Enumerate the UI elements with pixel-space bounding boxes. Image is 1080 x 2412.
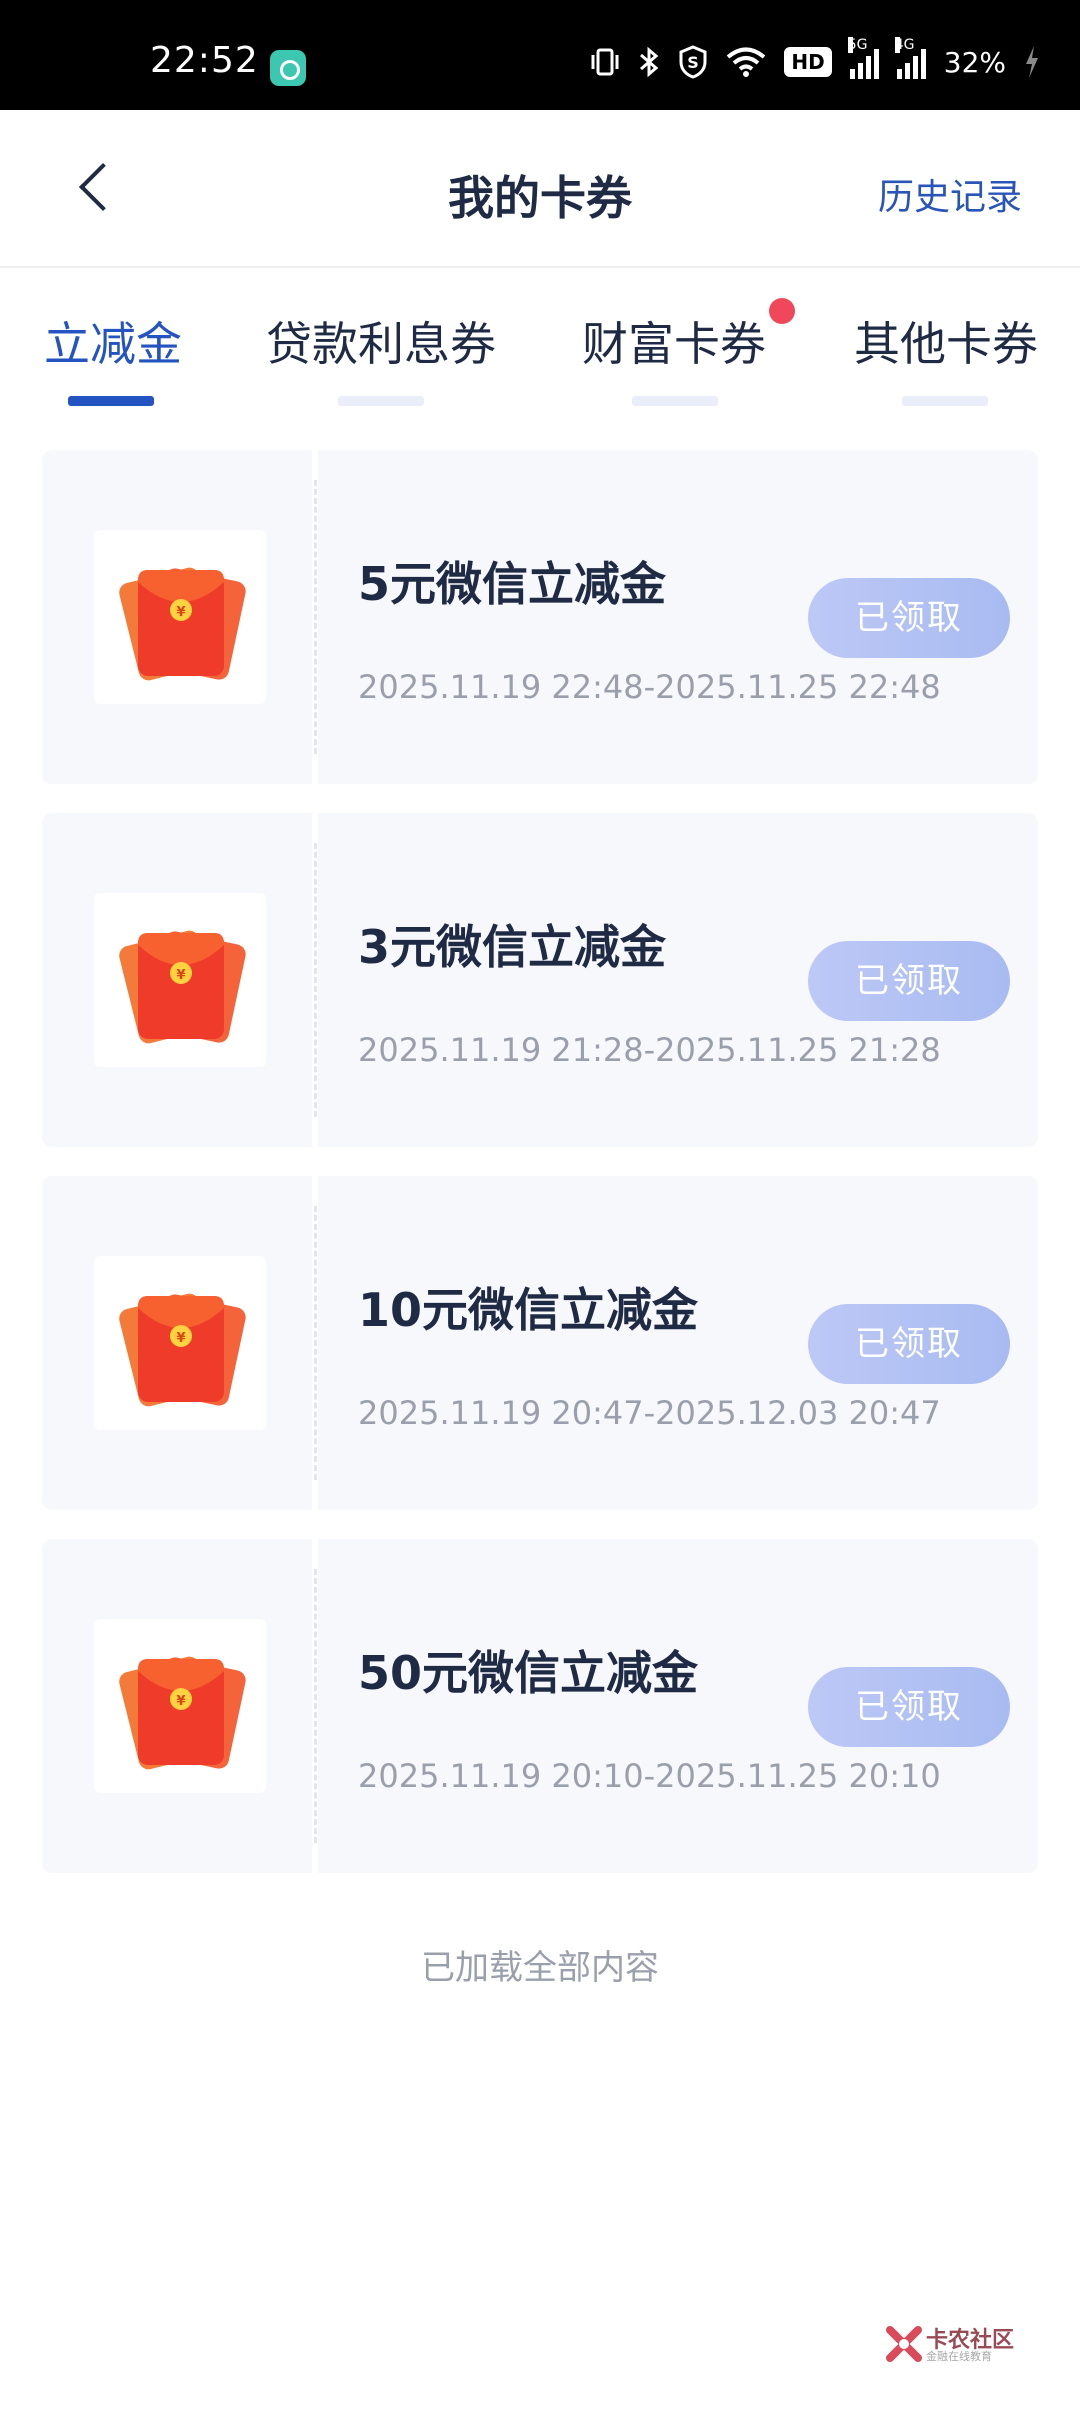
claimed-button[interactable]: 已领取 bbox=[808, 1667, 1010, 1747]
end-of-list-text: 已加载全部内容 bbox=[421, 1948, 659, 1988]
shield-s-icon: S bbox=[678, 44, 708, 80]
coupon-title: 5元微信立减金 bbox=[358, 557, 667, 611]
status-bar: 22:52 S HD 5G 4G 32% bbox=[0, 0, 1080, 110]
bluetooth-icon bbox=[638, 44, 660, 80]
dashed-divider bbox=[314, 1569, 317, 1843]
battery-level: 32% bbox=[943, 45, 1006, 79]
new-dot-badge bbox=[769, 298, 795, 324]
claimed-button[interactable]: 已领取 bbox=[808, 941, 1010, 1021]
red-envelope-icon: ¥ bbox=[94, 893, 266, 1067]
kanong-logo-icon bbox=[886, 2326, 922, 2366]
svg-text:¥: ¥ bbox=[176, 1694, 185, 1709]
tab-wealth-coupons[interactable]: 财富卡券 bbox=[582, 308, 766, 374]
claimed-button[interactable]: 已领取 bbox=[808, 578, 1010, 658]
coupon-card: ¥ 3元微信立减金 2025.11.19 21:28-2025.11.25 21… bbox=[42, 813, 1038, 1147]
tab-indicator bbox=[902, 396, 988, 406]
coupon-validity-date: 2025.11.19 20:10-2025.11.25 20:10 bbox=[358, 1757, 941, 1795]
watermark-subtitle: 金融在线教育 bbox=[926, 2350, 992, 2363]
svg-text:¥: ¥ bbox=[176, 968, 185, 983]
tab-indicator-active bbox=[68, 396, 154, 406]
red-envelope-icon: ¥ bbox=[94, 1619, 266, 1793]
tab-instant-discount[interactable]: 立减金 bbox=[44, 308, 182, 374]
claimed-button[interactable]: 已领取 bbox=[808, 1304, 1010, 1384]
tab-loan-interest[interactable]: 贷款利息券 bbox=[266, 308, 496, 374]
status-icons: S HD 5G 4G 32% bbox=[590, 37, 1040, 82]
coupon-title: 50元微信立减金 bbox=[358, 1646, 699, 1700]
coupon-card: ¥ 10元微信立减金 2025.11.19 20:47-2025.12.03 2… bbox=[42, 1176, 1038, 1510]
history-link[interactable]: 历史记录 bbox=[878, 168, 1022, 220]
coupon-card: ¥ 5元微信立减金 2025.11.19 22:48-2025.11.25 22… bbox=[42, 450, 1038, 784]
coupon-title: 3元微信立减金 bbox=[358, 920, 667, 974]
coupon-validity-date: 2025.11.19 20:47-2025.12.03 20:47 bbox=[358, 1394, 941, 1432]
wifi-icon bbox=[726, 44, 766, 80]
vibrate-icon bbox=[590, 44, 620, 80]
signal-4g-icon: 4G bbox=[894, 37, 926, 79]
dashed-divider bbox=[314, 1206, 317, 1480]
red-envelope-icon: ¥ bbox=[94, 530, 266, 704]
status-time: 22:52 bbox=[150, 40, 259, 81]
hd-icon: HD bbox=[784, 47, 832, 77]
tab-bar: 立减金 贷款利息券 财富卡券 其他卡券 bbox=[0, 268, 1080, 418]
coupon-card: ¥ 50元微信立减金 2025.11.19 20:10-2025.11.25 2… bbox=[42, 1539, 1038, 1873]
coupon-validity-date: 2025.11.19 21:28-2025.11.25 21:28 bbox=[358, 1031, 941, 1069]
tab-indicator bbox=[338, 396, 424, 406]
dashed-divider bbox=[314, 843, 317, 1117]
app-header: 我的卡券 历史记录 bbox=[0, 110, 1080, 268]
svg-text:S: S bbox=[688, 53, 700, 72]
coupon-title: 10元微信立减金 bbox=[358, 1283, 699, 1337]
tab-other-coupons[interactable]: 其他卡券 bbox=[854, 308, 1038, 374]
red-envelope-icon: ¥ bbox=[94, 1256, 266, 1430]
svg-text:¥: ¥ bbox=[176, 605, 185, 620]
notification-app-icon bbox=[270, 50, 306, 86]
dashed-divider bbox=[314, 480, 317, 754]
tab-indicator bbox=[632, 396, 718, 406]
watermark: 卡农社区 金融在线教育 bbox=[886, 2322, 1020, 2366]
charging-icon bbox=[1024, 44, 1040, 80]
signal-5g-icon: 5G bbox=[847, 37, 879, 79]
coupon-validity-date: 2025.11.19 22:48-2025.11.25 22:48 bbox=[358, 668, 941, 706]
svg-text:¥: ¥ bbox=[176, 1331, 185, 1346]
